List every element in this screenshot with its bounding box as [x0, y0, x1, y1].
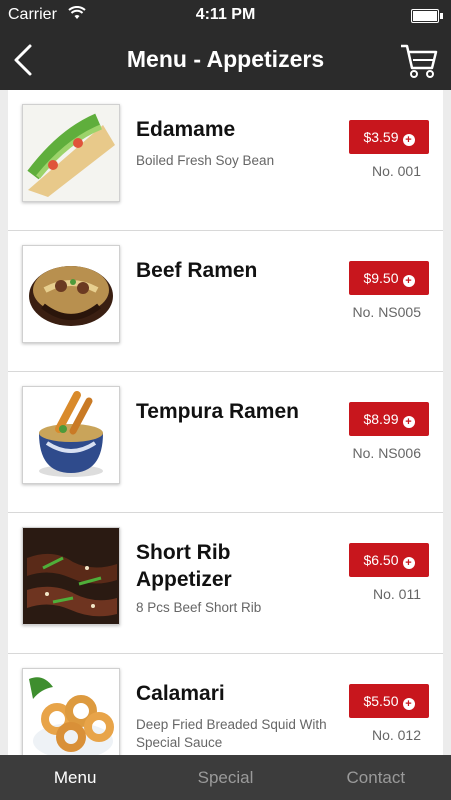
food-image-beef-ramen: [22, 245, 120, 343]
item-name: Calamari: [136, 682, 225, 705]
add-to-cart-button[interactable]: $5.50 +: [349, 684, 429, 718]
food-image-tempura-ramen: [22, 386, 120, 484]
tab-contact[interactable]: Contact: [301, 755, 451, 800]
status-bar: Carrier 4:11 PM: [0, 0, 451, 30]
item-name: Short Rib Appetizer: [136, 541, 232, 591]
price-label: $3.59: [363, 129, 399, 145]
tab-bar: Menu Special Contact: [0, 755, 451, 800]
cart-button[interactable]: [399, 40, 439, 80]
item-code: No. 011: [373, 586, 421, 602]
item-description: Boiled Fresh Soy Bean: [136, 153, 275, 168]
plus-circle-icon: +: [402, 134, 415, 146]
tab-special[interactable]: Special: [150, 755, 300, 800]
item-code: No. NS005: [352, 304, 421, 320]
plus-circle-icon: +: [402, 698, 415, 710]
item-code: No. NS006: [352, 445, 421, 461]
add-to-cart-button[interactable]: $3.59 +: [349, 120, 429, 154]
plus-circle-icon: +: [402, 275, 415, 287]
plus-circle-icon: +: [402, 416, 415, 428]
price-label: $8.99: [363, 411, 399, 427]
item-name: Beef Ramen: [136, 259, 258, 282]
battery-icon: [411, 9, 443, 23]
item-description: Deep Fried Breaded Squid With Special Sa…: [136, 717, 327, 750]
page-title: Menu - Appetizers: [126, 46, 325, 72]
food-image-calamari: [22, 668, 120, 755]
menu-item[interactable]: Tempura Ramen $8.99 + No. NS006: [8, 372, 443, 513]
menu-item[interactable]: Edamame Boiled Fresh Soy Bean $3.59 + No.…: [8, 90, 443, 231]
item-code: No. 001: [371, 163, 421, 179]
clock: 4:11 PM: [195, 6, 256, 23]
add-to-cart-button[interactable]: $9.50 +: [349, 261, 429, 295]
menu-item[interactable]: Short Rib Appetizer 8 Pcs Beef Short Rib…: [8, 513, 443, 654]
price-label: $9.50: [363, 270, 399, 286]
cart-icon: [401, 44, 438, 78]
menu-item[interactable]: Beef Ramen $9.50 + No. NS005: [8, 231, 443, 372]
item-code: No. 012: [371, 727, 421, 743]
plus-circle-icon: +: [402, 557, 415, 569]
price-label: $5.50: [363, 693, 399, 709]
nav-bar: Menu - Appetizers: [0, 30, 451, 90]
add-to-cart-button[interactable]: $8.99 +: [349, 402, 429, 436]
menu-list[interactable]: Edamame Boiled Fresh Soy Bean $3.59 + No.…: [8, 90, 443, 755]
item-name: Tempura Ramen: [136, 400, 299, 423]
item-description: 8 Pcs Beef Short Rib: [136, 600, 262, 615]
food-image-short-rib: [22, 527, 120, 625]
add-to-cart-button[interactable]: $6.50 +: [349, 543, 429, 577]
price-label: $6.50: [363, 552, 399, 568]
food-image-edamame: [22, 104, 120, 202]
tab-menu[interactable]: Menu: [0, 755, 150, 800]
menu-item[interactable]: Calamari Deep Fried Breaded Squid With S…: [8, 654, 443, 755]
item-name: Edamame: [136, 118, 236, 141]
